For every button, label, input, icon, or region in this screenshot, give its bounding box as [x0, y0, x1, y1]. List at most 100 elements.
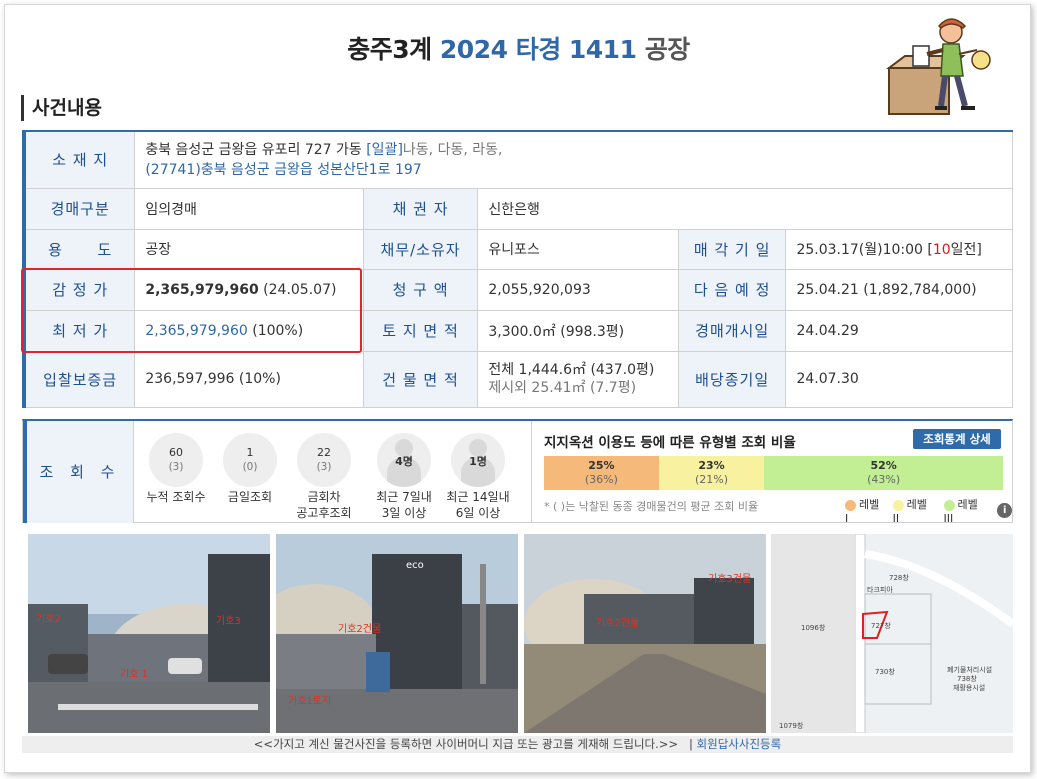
land-area-label: 토 지 면 적: [362, 309, 479, 352]
member-photo-upload-link[interactable]: 회원답사사진등록: [697, 737, 782, 751]
stat-circle: 1 (0): [223, 433, 277, 487]
minimum-price-label: 최 저 가: [22, 309, 136, 352]
dividend-deadline-label: 배당종기일: [677, 350, 787, 408]
stat-caption: 최근 7일내 3일 이상: [367, 489, 441, 521]
notice-separator: |: [689, 737, 693, 751]
court-name: 충주3계: [347, 35, 432, 64]
photo-label: 기호3건물: [708, 573, 751, 585]
stat-caption: 금회차공고후조회: [287, 489, 361, 521]
map-label: 타크피아: [867, 585, 893, 594]
stat-sub: (3): [168, 461, 184, 473]
minimum-amount: 2,365,979,960: [145, 322, 248, 339]
ratio-segment-level2: 23% (21%): [658, 456, 765, 490]
map-label: 730창: [875, 668, 895, 676]
stat-value: 60: [169, 446, 183, 459]
minimum-percent: (100%): [252, 322, 304, 339]
land-area-value: 3,300.0㎡ (998.3평): [477, 309, 679, 352]
views-label: 조 회 수: [23, 421, 134, 523]
map-label: 폐기물처리시설: [947, 665, 992, 674]
sale-date-label: 매 각 기 일: [677, 228, 787, 270]
photo-upload-notice: <<가지고 계신 물건사진을 등록하면 사이버머니 지급 또는 광고를 게재해 …: [22, 736, 1013, 753]
notice-text: <<가지고 계신 물건사진을 등록하면 사이버머니 지급 또는 광고를 게재해 …: [253, 737, 679, 751]
legend-item-level2: 레벨 II: [892, 496, 936, 525]
stat-caption: 금일조회: [227, 490, 273, 504]
usage-label: 용 도: [22, 228, 136, 270]
stat-today-views: 1 (0) 금일조회: [213, 433, 287, 505]
stat-caption-line: 공고후조회: [296, 506, 352, 520]
ratio-segment-level3: 52% (43%): [764, 456, 1003, 490]
stat-recent-7days: 4명 최근 7일내 3일 이상: [367, 433, 441, 521]
claim-value: 2,055,920,093: [477, 268, 679, 311]
photo-label: 기호 1: [120, 668, 148, 680]
ratio-average: (43%): [867, 473, 901, 486]
ratio-note: * ( )는 낙찰된 동종 경매물건의 평균 조회 비율: [544, 500, 759, 513]
view-stats-detail-button[interactable]: 조회통계 상세: [913, 429, 1001, 449]
building-area-extra: 제시외 25.41㎡ (7.7평): [488, 380, 637, 396]
usage-value: 공장: [134, 228, 364, 270]
road-address: (27741)충북 음성군 금왕읍 성본산단1로 197: [145, 161, 422, 178]
building-area-value: 전체 1,444.6㎡ (437.0평) 제시외 25.41㎡ (7.7평): [477, 350, 679, 408]
auction-type-label: 경매구분: [22, 187, 136, 230]
photo-label: 기호2건물: [338, 623, 381, 635]
auction-type-value: 임의경매: [134, 187, 364, 230]
info-icon[interactable]: i: [997, 503, 1012, 518]
section-heading: 사건내용: [21, 95, 102, 121]
location-address: 충북 음성군 금왕읍 유포리 727 가동: [145, 141, 362, 158]
creditor-value: 신한은행: [477, 187, 1013, 230]
stat-caption-line: 최근 14일내: [446, 490, 510, 504]
minimum-price-value: 2,365,979,960 (100%): [134, 309, 364, 352]
legend-item-level3: 레벨 III: [943, 496, 990, 525]
stat-caption: 최근 14일내 6일 이상: [441, 489, 515, 521]
appraisal-date: (24.05.07): [263, 281, 337, 298]
next-schedule-value: 25.04.21 (1,892,784,000): [785, 268, 1013, 311]
ratio-title: 지지옥션 이용도 등에 따른 유형별 조회 비율: [544, 435, 796, 451]
auction-mascot-illustration: [886, 18, 991, 115]
ratio-segment-level1: 25% (36%): [544, 456, 659, 490]
sale-date-suffix: 일전]: [950, 242, 982, 258]
location-value: 충북 음성군 금왕읍 유포리 727 가동 [일괄]나동, 다동, 라동, (2…: [134, 130, 1013, 189]
legend-dot: [943, 499, 955, 511]
map-label: 728창: [889, 574, 909, 582]
claim-label: 청 구 액: [362, 268, 479, 311]
building-area-label: 건 물 면 적: [362, 350, 479, 408]
map-label: 1079창: [779, 722, 804, 730]
stat-total-views: 60 (3) 누적 조회수: [139, 433, 213, 505]
case-info-table: 소 재 지 충북 음성군 금왕읍 유포리 727 가동 [일괄]나동, 다동, …: [22, 130, 1013, 408]
property-photo-1[interactable]: 기호2 기호3 기호 1: [28, 534, 270, 733]
ratio-percent: 25%: [588, 459, 615, 472]
stat-sub: (0): [242, 461, 258, 473]
stat-circle: 60 (3): [149, 433, 203, 487]
deposit-label: 입찰보증금: [22, 350, 136, 408]
stat-round-views: 22 (3) 금회차공고후조회: [287, 433, 361, 521]
property-map[interactable]: 728창 727창 1096창 730창 1079창 타크피아 폐기물처리시설 …: [771, 534, 1013, 733]
page-title: 충주3계 2024 타경 1411 공장: [0, 30, 1037, 66]
ratio-percent: 23%: [698, 459, 725, 472]
appraisal-value: 2,365,979,960 (24.05.07): [134, 268, 364, 311]
map-label: 727창: [871, 622, 891, 630]
property-photo-2[interactable]: eco 기호2건물 기호1토지: [276, 534, 518, 733]
stat-sub: (3): [316, 461, 332, 473]
stat-value: 1: [246, 446, 254, 459]
ratio-legend: 레벨 I 레벨 II 레벨 III i: [845, 496, 1012, 525]
person-icon: 1명: [451, 433, 505, 487]
deposit-value: 236,597,996 (10%): [134, 350, 364, 408]
legend-item-level1: 레벨 I: [845, 496, 885, 525]
stat-caption-line: 최근 7일내: [376, 490, 432, 504]
location-label: 소 재 지: [22, 130, 136, 189]
property-category: 공장: [644, 35, 691, 64]
ratio-bar: 25% (36%) 23% (21%) 52% (43%): [544, 456, 1003, 490]
photo-label: 기호3: [216, 615, 241, 627]
stat-value: 22: [317, 446, 331, 459]
property-photo-3[interactable]: 기호3건물 기호2건물: [524, 534, 766, 733]
stat-caption-line: 금회차: [307, 490, 341, 504]
person-count: 4명: [395, 455, 413, 468]
map-label: 738창: [957, 675, 977, 683]
photo-label: 기호1토지: [288, 695, 331, 707]
person-icon: 4명: [377, 433, 431, 487]
bulk-tag: [일괄]: [366, 141, 403, 158]
sale-date-value: 25.03.17(월)10:00 [10일전]: [785, 228, 1013, 270]
ratio-average: (36%): [584, 473, 618, 486]
creditor-label: 채 권 자: [362, 187, 479, 230]
stat-caption-line: 6일 이상: [455, 506, 501, 520]
view-stats-panel: 조 회 수 60 (3) 누적 조회수 1 (0) 금일조회 22 (3) 금회…: [22, 419, 1013, 525]
